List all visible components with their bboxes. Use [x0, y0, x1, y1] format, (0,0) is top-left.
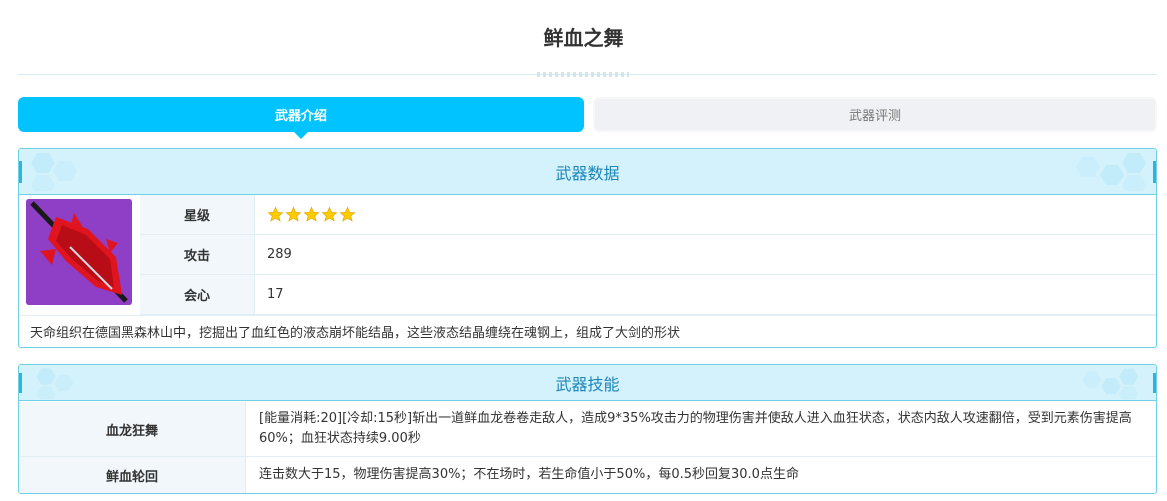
hexagon-pattern-icon [1076, 153, 1146, 191]
skill-row: 血龙狂舞 [能量消耗:20][冷却:15秒]斩出一道鲜血龙卷卷走敌人，造成9*3… [19, 402, 1156, 457]
tab-bar: 武器介绍 武器评测 [18, 97, 1157, 139]
stat-row-attack: 攻击 289 [140, 235, 1156, 275]
skill-name: 鲜血轮回 [19, 457, 246, 493]
weapon-skills-title: 武器技能 [555, 374, 620, 394]
skill-row: 鲜血轮回 连击数大于15，物理伤害提高30%；不在场时，若生命值小于50%，每0… [19, 457, 1156, 493]
weapon-skills-panel: 武器技能 血龙狂舞 [能量消耗:20][冷却:15秒]斩出一道鲜血龙卷卷走敌人，… [18, 364, 1157, 494]
skill-description: [能量消耗:20][冷却:15秒]斩出一道鲜血龙卷卷走敌人，造成9*35%攻击力… [259, 411, 1132, 446]
stat-label: 星级 [140, 195, 255, 234]
stat-label: 会心 [140, 275, 255, 314]
weapon-skills-header: 武器技能 [19, 365, 1156, 401]
stat-row-rarity: 星级 [140, 195, 1156, 235]
hexagon-pattern-icon [36, 368, 74, 399]
star-icon [303, 206, 320, 222]
tab-weapon-review[interactable]: 武器评测 [593, 97, 1157, 132]
header-edge-left [19, 373, 22, 393]
skill-name: 血龙狂舞 [19, 402, 246, 456]
header-edge-right [1153, 373, 1156, 393]
star-icon [285, 206, 302, 222]
stat-label: 攻击 [140, 235, 255, 274]
hexagon-pattern-icon [1082, 368, 1139, 399]
weapon-data-header: 武器数据 [19, 149, 1156, 195]
weapon-description: 天命组织在德国黑森林山中，挖掘出了血红色的液态崩坏能结晶，这些液态结晶缠绕在魂钢… [19, 315, 1156, 347]
hexagon-pattern-icon [31, 153, 77, 191]
weapon-image [26, 199, 132, 305]
attack-value: 289 [267, 247, 292, 262]
header-edge-left [19, 161, 22, 183]
header-edge-right [1153, 161, 1156, 183]
skill-description: 连击数大于15，物理伤害提高30%；不在场时，若生命值小于50%，每0.5秒回复… [259, 467, 799, 482]
star-icon [339, 206, 356, 222]
stat-row-crit: 会心 17 [140, 275, 1156, 315]
crit-value: 17 [267, 287, 284, 302]
star-icon [267, 206, 284, 222]
page-title: 鲜血之舞 [543, 26, 624, 50]
title-divider-mark [537, 72, 629, 77]
weapon-greatsword-icon [26, 199, 132, 305]
star-icon [321, 206, 338, 222]
weapon-data-title: 武器数据 [555, 163, 620, 183]
weapon-data-panel: 武器数据 星级 攻击 289 会心 17 天命组织在德国黑森林山中，挖掘出了血红… [18, 148, 1157, 348]
tab-weapon-intro[interactable]: 武器介绍 [18, 97, 584, 139]
rarity-stars [267, 195, 357, 234]
